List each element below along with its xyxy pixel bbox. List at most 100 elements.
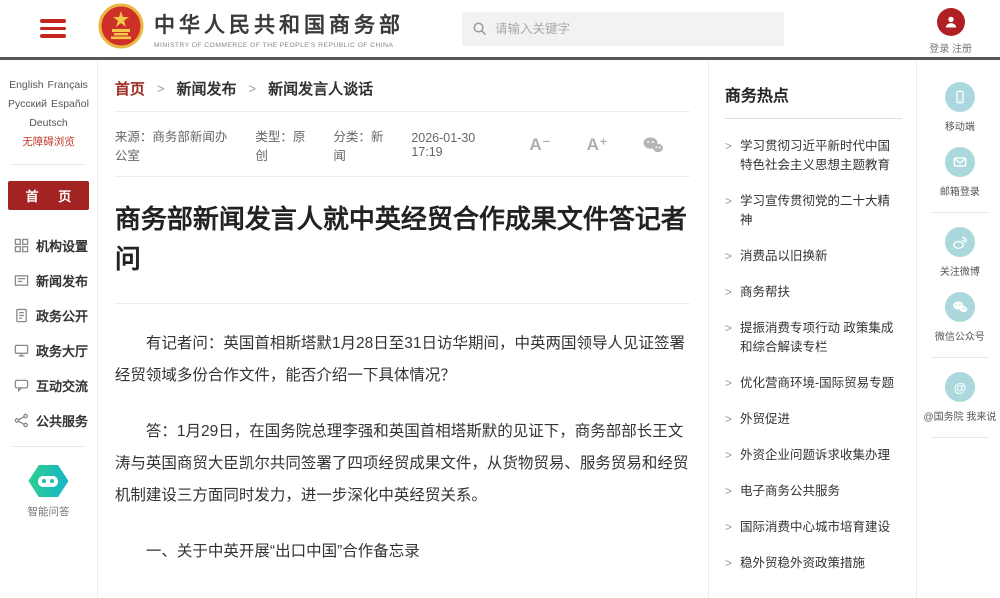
breadcrumb-home[interactable]: 首页 <box>115 78 145 99</box>
meta-type: 类型：原创 <box>255 126 307 164</box>
rail-item-weibo[interactable]: 关注微博 <box>917 227 1000 278</box>
site-header: 中华人民共和国商务部 MINISTRY OF COMMERCE OF THE P… <box>0 0 1000 60</box>
chevron-right-icon: > <box>725 518 732 537</box>
search-icon <box>472 21 487 36</box>
article-column: 首页 > 新闻发布 > 新闻发言人谈话 来源：商务部新闻办公室 类型：原创 分类… <box>98 60 708 598</box>
sidebar-item-label: 政务公开 <box>36 306 88 325</box>
chevron-right-icon: > <box>725 482 732 501</box>
chevron-right-icon: > <box>725 192 732 230</box>
chevron-right-icon: > <box>725 446 732 465</box>
site-subtitle: MINISTRY OF COMMERCE OF THE PEOPLE'S REP… <box>154 42 404 49</box>
lang-espanol[interactable]: Español <box>51 98 89 110</box>
sidebar-item-label: 政务大厅 <box>36 341 88 360</box>
font-increase-button[interactable]: A⁺ <box>587 135 608 155</box>
hot-topics-title: 商务热点 <box>725 82 902 119</box>
chat-icon <box>14 378 29 393</box>
sidebar-item-interaction[interactable]: 互动交流 <box>14 376 97 395</box>
accessibility-link[interactable]: 无障碍浏览 <box>22 136 75 148</box>
hot-topic-item[interactable]: >稳外贸稳外资政策措施 <box>725 554 902 573</box>
hot-topics-list: >学习贯彻习近平新时代中国特色社会主义思想主题教育 >学习宣传贯彻党的二十大精神… <box>725 137 902 573</box>
article-paragraph: 一、关于中英开展“出口中国”合作备忘录 <box>115 536 690 568</box>
account-area: 登录 注册 <box>929 8 972 55</box>
mail-icon <box>945 147 975 177</box>
sidebar-item-label: 公共服务 <box>36 411 88 430</box>
meta-category: 分类：新闻 <box>333 126 385 164</box>
at-icon: @ <box>945 372 975 402</box>
hamburger-menu-icon[interactable] <box>40 15 66 42</box>
sidebar-item-gov-info[interactable]: 政务公开 <box>14 306 97 325</box>
breadcrumb-spokesperson[interactable]: 新闻发言人谈话 <box>268 78 373 99</box>
left-sidebar: English Français Русский Español Deutsch 无… <box>0 60 98 598</box>
divider <box>12 164 85 165</box>
sidebar-item-news[interactable]: 新闻发布 <box>14 271 97 290</box>
sidebar-item-label: 新闻发布 <box>36 271 88 290</box>
share-icon <box>14 413 29 428</box>
article-body: 有记者问：英国首相斯塔默1月28日至31日访华期间，中英两国领导人见证签署经贸领… <box>115 328 690 598</box>
site-brand: 中华人民共和国商务部 MINISTRY OF COMMERCE OF THE P… <box>154 9 404 49</box>
wechat-share-icon[interactable] <box>642 136 664 154</box>
sidebar-item-label: 机构设置 <box>36 236 88 255</box>
chevron-right-icon: > <box>725 374 732 393</box>
rail-item-at-gov[interactable]: @ @国务院 我来说 <box>917 372 1000 423</box>
hot-topic-item[interactable]: >外资企业问题诉求收集办理 <box>725 446 902 465</box>
rail-item-mobile[interactable]: 移动端 <box>917 82 1000 133</box>
sidebar-item-label: 互动交流 <box>36 376 88 395</box>
lang-deutsch[interactable]: Deutsch <box>29 117 68 129</box>
divider <box>931 212 989 213</box>
lang-russian[interactable]: Русский <box>8 98 47 110</box>
sidebar-home-button[interactable]: 首 页 <box>8 181 90 210</box>
divider <box>12 446 85 447</box>
news-icon <box>14 273 29 288</box>
search-input[interactable] <box>495 22 774 36</box>
rail-item-wechat[interactable]: 微信公众号 <box>917 292 1000 343</box>
national-emblem-logo <box>98 3 144 54</box>
hot-topic-item[interactable]: >提振消费专项行动 政策集成和综合解读专栏 <box>725 319 902 357</box>
sidebar-item-service-hall[interactable]: 政务大厅 <box>14 341 97 360</box>
sidebar-item-public-service[interactable]: 公共服务 <box>14 411 97 430</box>
hot-topic-item[interactable]: >电子商务公共服务 <box>725 482 902 501</box>
robot-icon <box>28 465 68 497</box>
breadcrumb-news[interactable]: 新闻发布 <box>177 78 237 99</box>
chevron-right-icon: > <box>249 81 257 96</box>
sidebar-nav: 机构设置 新闻发布 政务公开 <box>0 236 97 430</box>
hot-topics-panel: 商务热点 >学习贯彻习近平新时代中国特色社会主义思想主题教育 >学习宣传贯彻党的… <box>708 60 916 598</box>
article-paragraph: 党的二十届四中全会指出，要推动进出口平衡发展。商务部坚决贯彻党中央、国务院关于扩… <box>115 592 690 598</box>
article-paragraph: 答：1月29日，在国务院总理李强和英国首相塔斯默的见证下，商务部部长王文涛与英国… <box>115 416 690 512</box>
document-icon <box>14 308 29 323</box>
hot-topic-item[interactable]: >学习宣传贯彻党的二十大精神 <box>725 192 902 230</box>
smart-qa[interactable]: 智能问答 <box>0 465 97 519</box>
lang-english[interactable]: English <box>9 79 43 91</box>
article-title: 商务部新闻发言人就中英经贸合作成果文件答记者问 <box>115 199 690 304</box>
grid-icon <box>14 238 29 253</box>
login-link[interactable]: 登录 <box>929 44 949 55</box>
divider <box>931 357 989 358</box>
hot-topic-item[interactable]: >商务帮扶 <box>725 283 902 302</box>
chevron-right-icon: > <box>725 283 732 302</box>
hot-topic-item[interactable]: >国际消费中心城市培育建设 <box>725 518 902 537</box>
lang-francais[interactable]: Français <box>48 79 88 91</box>
chevron-right-icon: > <box>725 410 732 429</box>
site-title: 中华人民共和国商务部 <box>154 9 404 39</box>
rail-item-mail[interactable]: 邮箱登录 <box>917 147 1000 198</box>
monitor-icon <box>14 343 29 358</box>
chevron-right-icon: > <box>157 81 165 96</box>
search-bar[interactable] <box>462 12 784 46</box>
hot-topic-item[interactable]: >学习贯彻习近平新时代中国特色社会主义思想主题教育 <box>725 137 902 175</box>
sidebar-item-orgs[interactable]: 机构设置 <box>14 236 97 255</box>
hot-topic-item[interactable]: >外贸促进 <box>725 410 902 429</box>
mobile-icon <box>945 82 975 112</box>
meta-source: 来源：商务部新闻办公室 <box>115 126 229 164</box>
chevron-right-icon: > <box>725 554 732 573</box>
chevron-right-icon: > <box>725 247 732 266</box>
meta-datetime: 2026-01-30 17:19 <box>411 131 493 159</box>
language-switcher: English Français Русский Español Deutsch 无… <box>0 76 97 152</box>
smart-qa-label: 智能问答 <box>0 504 97 519</box>
breadcrumb: 首页 > 新闻发布 > 新闻发言人谈话 <box>115 78 690 112</box>
user-avatar-icon[interactable] <box>937 8 965 36</box>
page: 中华人民共和国商务部 MINISTRY OF COMMERCE OF THE P… <box>0 0 1000 598</box>
font-decrease-button[interactable]: A⁻ <box>529 135 550 155</box>
register-link[interactable]: 注册 <box>952 44 972 55</box>
hot-topic-item[interactable]: >优化营商环境-国际贸易专题 <box>725 374 902 393</box>
hot-topic-item[interactable]: >消费品以旧换新 <box>725 247 902 266</box>
wechat-icon <box>945 292 975 322</box>
